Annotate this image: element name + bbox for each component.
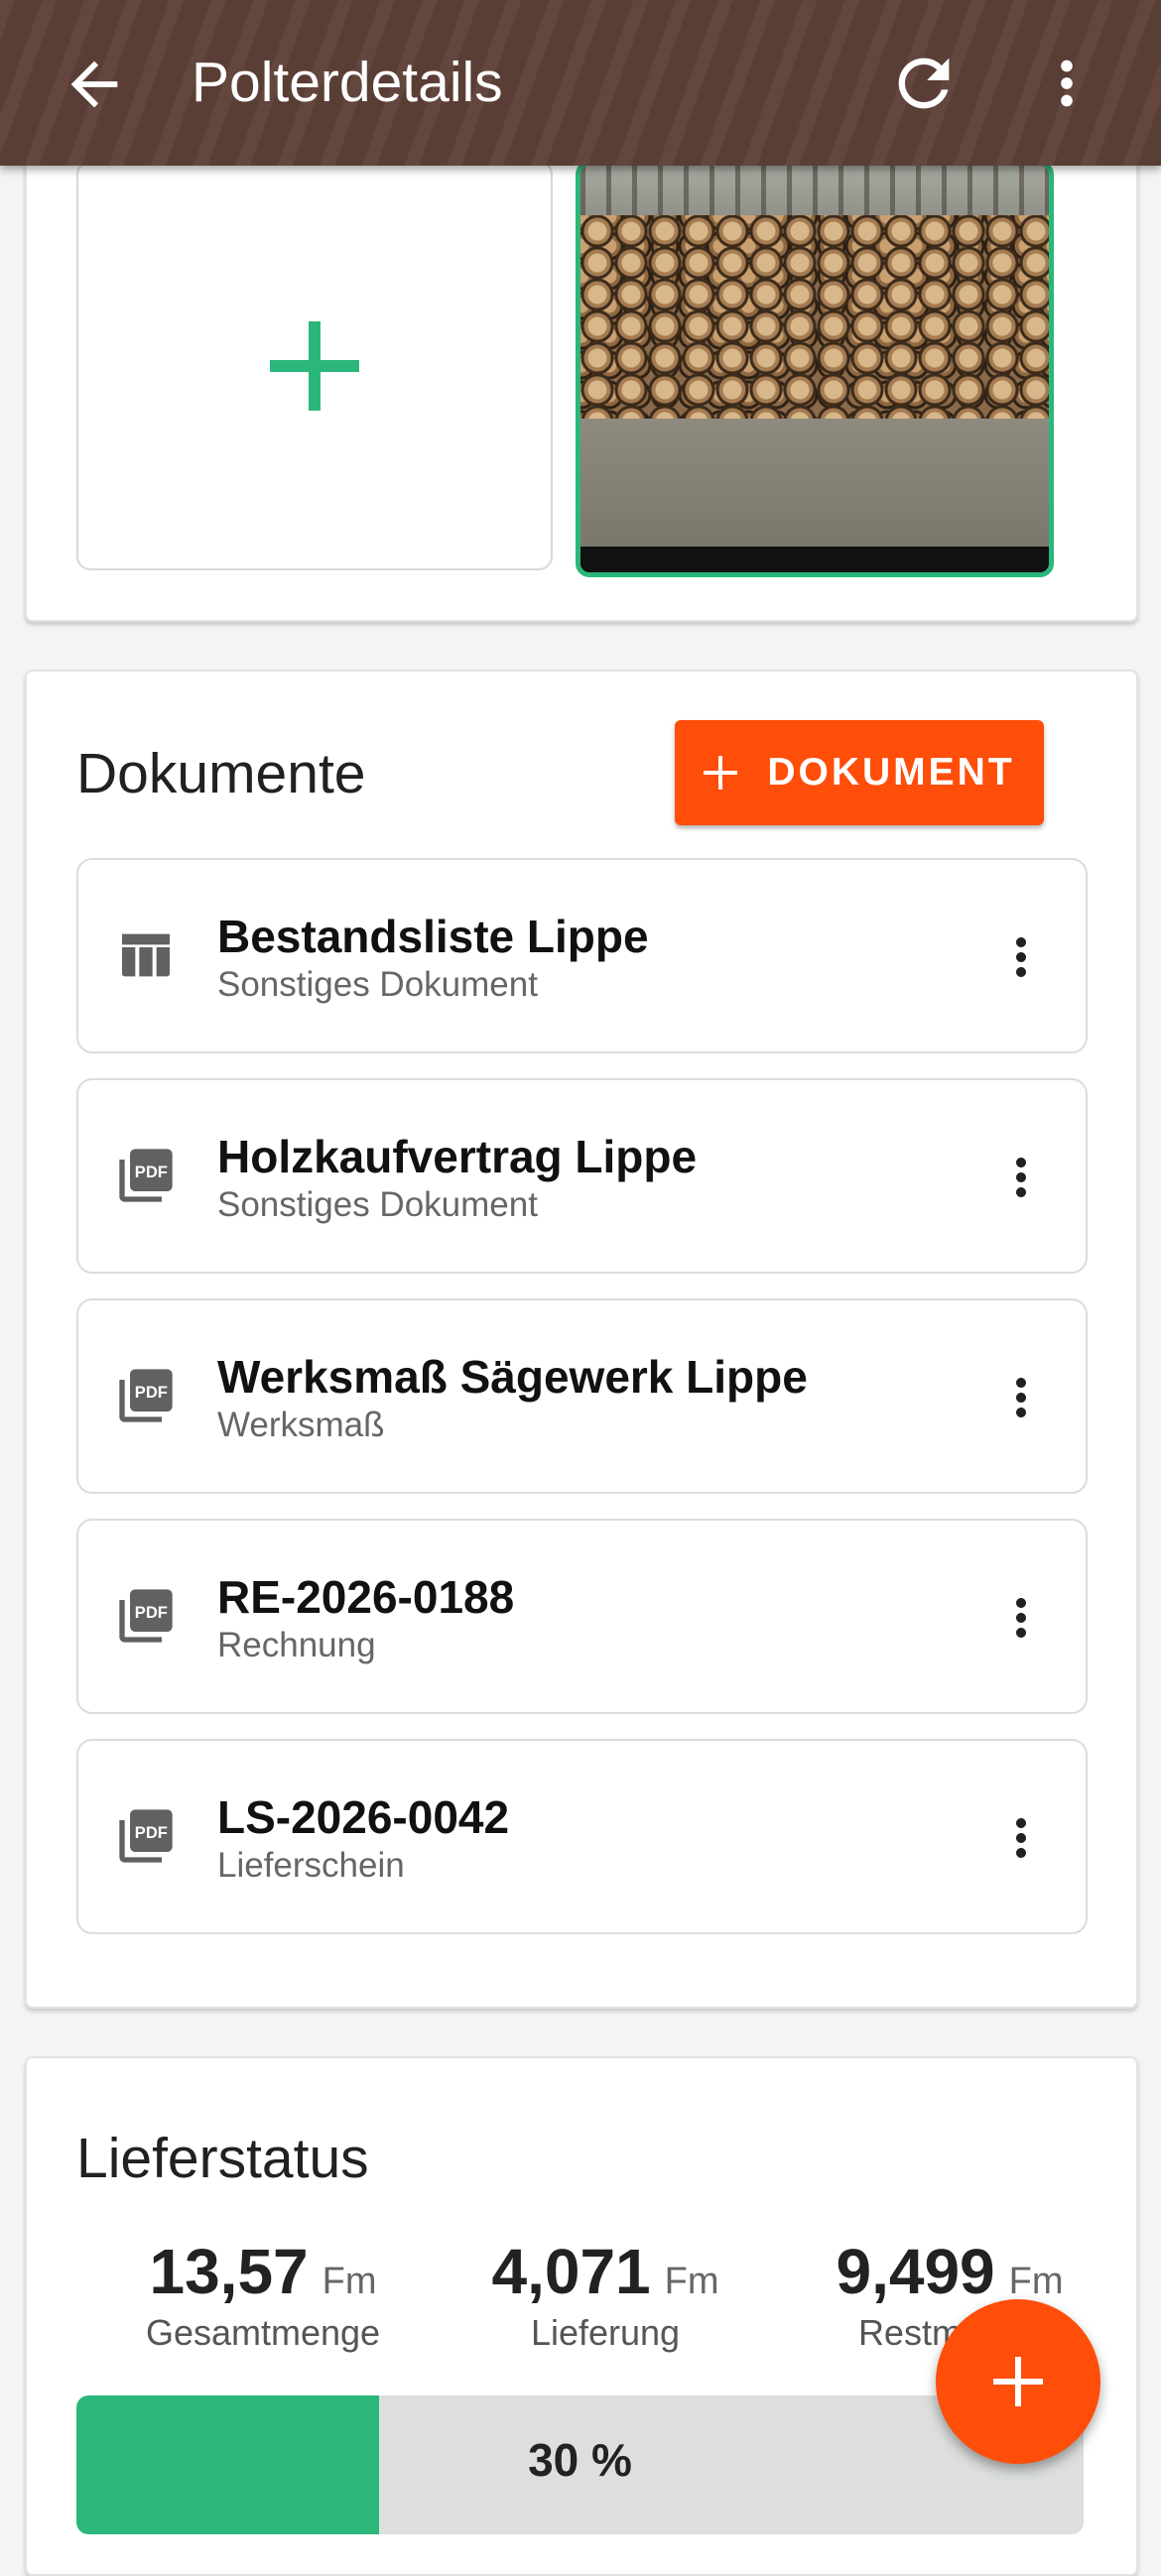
more-vert-icon[interactable]	[991, 1146, 1051, 1209]
document-type: Werksmaß	[217, 1406, 385, 1444]
refresh-icon[interactable]	[886, 46, 962, 121]
document-name: LS-2026-0042	[217, 1791, 510, 1843]
add-document-button[interactable]: DOKUMENT	[675, 720, 1044, 825]
svg-text:PDF: PDF	[135, 1383, 168, 1402]
document-type: Rechnung	[217, 1626, 376, 1664]
total-amount-value: 13,57	[149, 2236, 309, 2307]
documents-card: Dokumente DOKUMENT Bestandsliste Lippe S…	[25, 670, 1138, 2009]
total-amount-label: Gesamtmenge	[145, 2312, 381, 2353]
remaining-amount-value: 9,499	[836, 2236, 995, 2307]
plus-icon	[270, 320, 359, 411]
progress-percent: 30 %	[528, 2434, 632, 2486]
pdf-icon: PDF	[119, 1369, 173, 1422]
document-name: RE-2026-0188	[217, 1571, 515, 1623]
page-title: Polterdetails	[192, 51, 503, 114]
more-vert-icon[interactable]	[991, 1806, 1051, 1870]
svg-text:PDF: PDF	[135, 1603, 168, 1622]
svg-text:PDF: PDF	[135, 1823, 168, 1842]
delivered-amount-value: 4,071	[491, 2236, 651, 2307]
delivered-amount-stat: 4,071 Fm Lieferung	[456, 2235, 754, 2354]
svg-text:PDF: PDF	[135, 1163, 168, 1181]
delivered-amount-unit: Fm	[664, 2261, 719, 2302]
photos-card	[25, 99, 1138, 622]
document-name: Werksmaß Sägewerk Lippe	[217, 1351, 808, 1403]
delivered-amount-label: Lieferung	[530, 2312, 681, 2353]
more-vert-icon[interactable]	[991, 925, 1051, 989]
pdf-icon: PDF	[119, 1149, 173, 1202]
log-pile-image	[580, 215, 1049, 424]
document-type: Sonstiges Dokument	[217, 965, 538, 1004]
document-item[interactable]: Bestandsliste Lippe Sonstiges Dokument	[76, 858, 1088, 1053]
document-type: Lieferschein	[217, 1846, 405, 1885]
table-icon	[122, 933, 170, 977]
more-vert-icon[interactable]	[991, 1586, 1051, 1650]
more-vert-icon[interactable]	[1032, 46, 1101, 121]
total-amount-unit: Fm	[322, 2261, 377, 2302]
document-item[interactable]: PDF LS-2026-0042 Lieferschein	[76, 1739, 1088, 1934]
arrow-back-icon[interactable]	[60, 50, 129, 119]
add-fab-button[interactable]	[936, 2299, 1100, 2464]
app-bar: Polterdetails	[0, 0, 1161, 166]
pdf-icon: PDF	[119, 1809, 173, 1863]
document-name: Holzkaufvertrag Lippe	[217, 1131, 698, 1182]
pdf-icon: PDF	[119, 1589, 173, 1643]
plus-icon	[704, 756, 738, 790]
delivery-status-title: Lieferstatus	[76, 2127, 369, 2190]
document-item[interactable]: PDF Holzkaufvertrag Lippe Sonstiges Doku…	[76, 1078, 1088, 1274]
more-vert-icon[interactable]	[991, 1366, 1051, 1429]
total-amount-stat: 13,57 Fm Gesamtmenge	[114, 2235, 412, 2354]
documents-title: Dokumente	[76, 742, 366, 805]
remaining-amount-unit: Fm	[1008, 2261, 1064, 2302]
document-type: Sonstiges Dokument	[217, 1185, 538, 1224]
document-item[interactable]: PDF Werksmaß Sägewerk Lippe Werksmaß	[76, 1298, 1088, 1494]
document-name: Bestandsliste Lippe	[217, 911, 649, 962]
delivery-progress-bar: 30 %	[76, 2395, 1084, 2534]
photo-thumbnail[interactable]	[576, 161, 1054, 577]
add-document-label: DOKUMENT	[767, 751, 1015, 794]
add-photo-button[interactable]	[76, 161, 553, 570]
document-item[interactable]: PDF RE-2026-0188 Rechnung	[76, 1519, 1088, 1714]
